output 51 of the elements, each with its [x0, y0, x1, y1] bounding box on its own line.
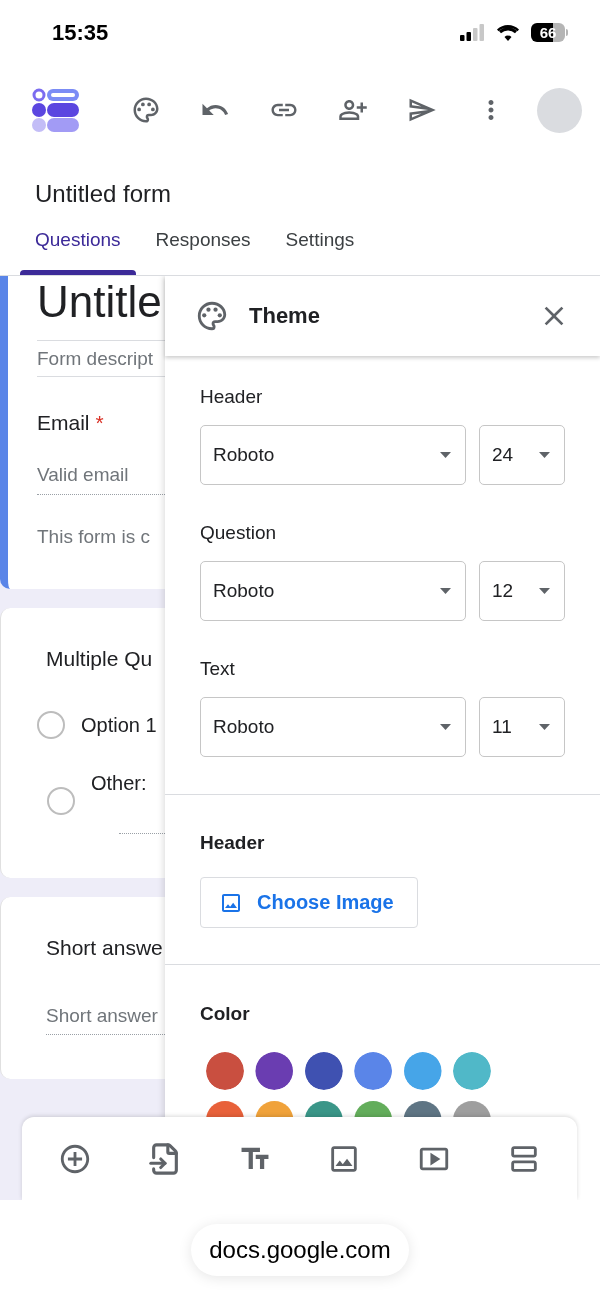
url-bar[interactable]: docs.google.com [191, 1223, 409, 1276]
forms-logo-icon [32, 88, 79, 132]
choose-image-button[interactable]: Choose Image [200, 877, 418, 928]
style-label: Header [200, 386, 264, 408]
size-select[interactable]: 12 [479, 561, 565, 621]
option-label: Option 1 [81, 713, 157, 738]
question-title: Multiple Qu [46, 646, 153, 672]
tab[interactable]: Questions [20, 213, 136, 275]
dropdown-caret-icon [539, 724, 550, 730]
signal-icon [460, 23, 485, 42]
color-swatch[interactable] [354, 1101, 393, 1117]
dropdown-caret-icon [539, 452, 550, 458]
form-heading: Untitle [37, 276, 162, 328]
color-swatch[interactable] [255, 1101, 294, 1117]
option-label: Other: [91, 771, 148, 796]
color-swatch[interactable] [206, 1101, 244, 1117]
description-field[interactable]: Form descript [37, 341, 165, 377]
status-time: 15:35 [52, 19, 109, 46]
color-swatch[interactable] [403, 1101, 442, 1117]
dropdown-caret-icon [440, 724, 451, 730]
color-swatch[interactable] [304, 1101, 343, 1117]
dropdown-caret-icon [440, 452, 451, 458]
radio-button[interactable] [37, 711, 65, 739]
email-field[interactable]: Valid email [37, 455, 165, 495]
size-select[interactable]: 11 [479, 697, 565, 757]
color-swatch[interactable] [452, 1052, 491, 1090]
section-title: Color [200, 1003, 251, 1025]
style-label: Question [200, 522, 278, 544]
tab[interactable]: Responses [140, 213, 266, 275]
form-title: Untitled form [35, 179, 173, 209]
color-swatch[interactable] [206, 1052, 244, 1090]
color-swatch[interactable] [354, 1052, 393, 1090]
font-select[interactable]: Roboto [200, 561, 466, 621]
color-swatch[interactable] [403, 1052, 442, 1090]
form-note: This form is c [37, 525, 150, 549]
palette-icon [195, 299, 229, 333]
font-select[interactable]: Roboto [200, 697, 466, 757]
font-select[interactable]: Roboto [200, 425, 466, 485]
question-title: Short answe [46, 935, 163, 961]
style-label: Text [200, 658, 236, 680]
question-title: Email * [37, 410, 104, 436]
color-swatch[interactable] [452, 1101, 491, 1117]
panel-title: Theme [249, 303, 320, 329]
radio-button[interactable] [47, 787, 75, 815]
section-title: Header [200, 832, 266, 854]
color-swatch[interactable] [255, 1052, 294, 1090]
short-answer-field[interactable]: Short answer [46, 997, 165, 1035]
wifi-icon [497, 24, 519, 41]
tab[interactable]: Settings [270, 213, 370, 275]
color-swatch[interactable] [304, 1052, 343, 1090]
size-select[interactable]: 24 [479, 425, 565, 485]
